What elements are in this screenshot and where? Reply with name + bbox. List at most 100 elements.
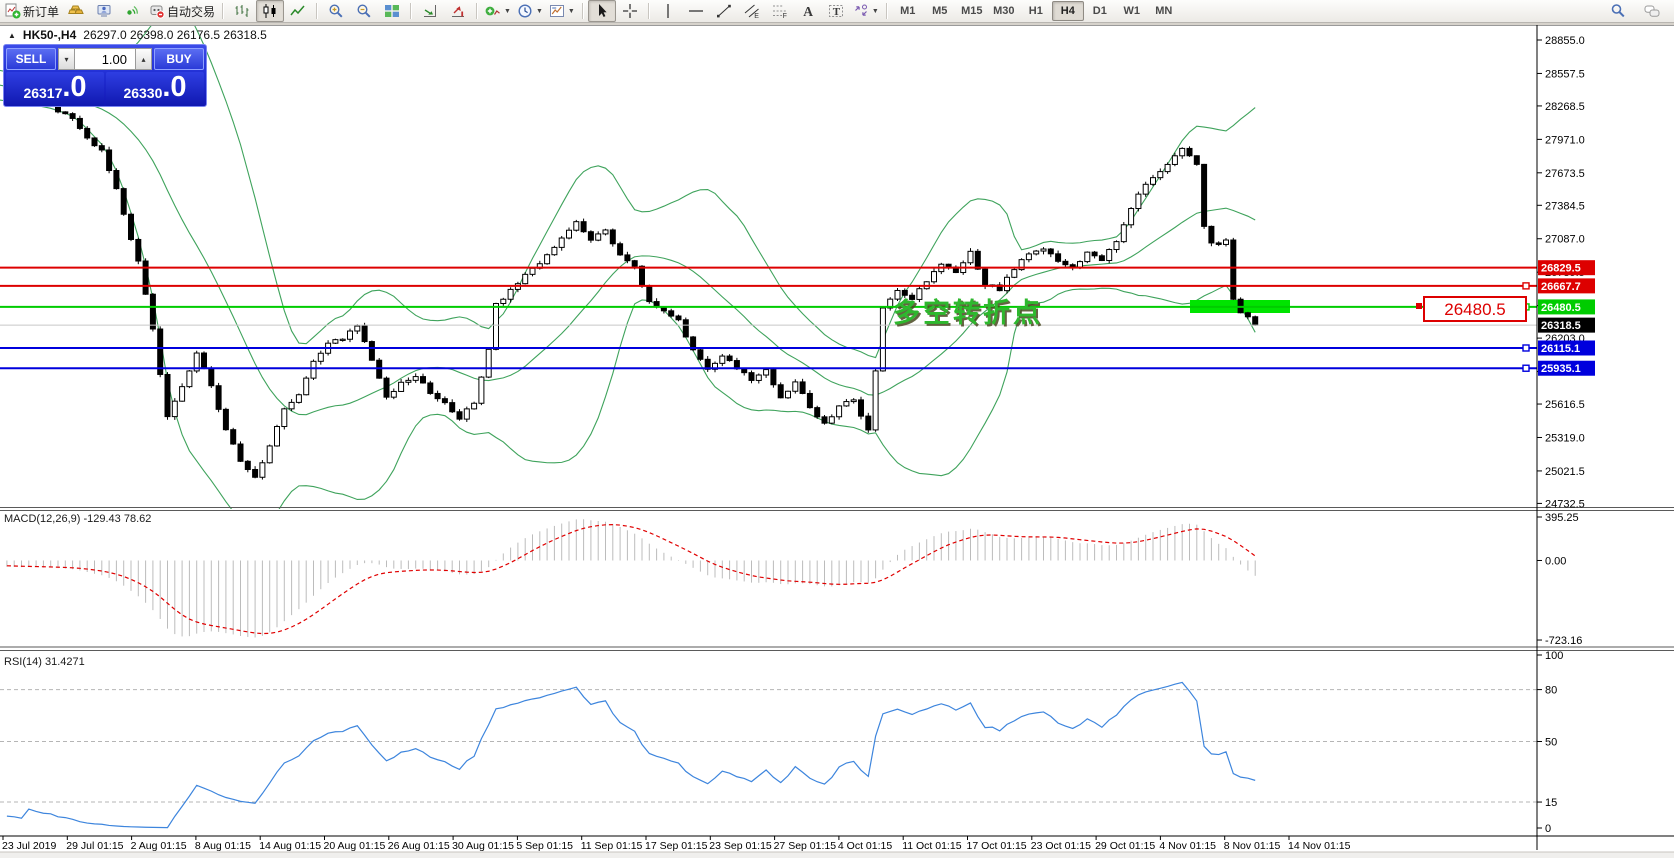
channel-button[interactable]: E bbox=[738, 0, 766, 22]
auto-trading-button[interactable]: 自动交易 bbox=[146, 0, 218, 22]
signal-icon bbox=[124, 3, 140, 19]
new-order-button-label: 新订单 bbox=[23, 4, 60, 19]
y-tick-label: 28557.5 bbox=[1545, 68, 1585, 80]
x-tick-label: 27 Sep 01:15 bbox=[774, 840, 837, 852]
x-tick-label: 14 Aug 01:15 bbox=[259, 840, 321, 852]
monitor-icon bbox=[96, 3, 112, 19]
svg-text:100: 100 bbox=[1545, 650, 1563, 662]
search-button[interactable] bbox=[1604, 0, 1632, 22]
sell-price[interactable]: 26317.0 bbox=[6, 72, 104, 106]
svg-text:T: T bbox=[833, 6, 841, 18]
sell-button[interactable]: SELL bbox=[6, 48, 56, 70]
text-button[interactable]: A bbox=[794, 0, 822, 22]
turning-point-text[interactable]: 多空转折点 bbox=[893, 297, 1043, 328]
trade-panel-prices: 26317.0 26330.0 bbox=[6, 72, 204, 106]
chart-shift-button[interactable] bbox=[444, 0, 472, 22]
hline-handle[interactable] bbox=[1522, 364, 1530, 372]
x-tick-label: 8 Nov 01:15 bbox=[1224, 840, 1281, 852]
horizontal-line-button[interactable] bbox=[682, 0, 710, 22]
price-box-text: 26480.5 bbox=[1444, 300, 1505, 319]
x-tick-label: 5 Sep 01:15 bbox=[516, 840, 573, 852]
auto-scroll-button[interactable] bbox=[416, 0, 444, 22]
svg-text:F: F bbox=[782, 13, 786, 19]
x-tick-label: 4 Oct 01:15 bbox=[838, 840, 892, 852]
new-order-button[interactable]: 新订单 bbox=[2, 0, 62, 22]
tf-w1[interactable]: W1 bbox=[1116, 1, 1148, 21]
volume-increase-button[interactable]: ▴ bbox=[135, 48, 152, 70]
crosshair-icon bbox=[622, 3, 638, 19]
bar-chart-button[interactable] bbox=[228, 0, 256, 22]
y-tick-label: 28268.5 bbox=[1545, 101, 1585, 113]
indicators-icon bbox=[485, 3, 501, 19]
dropdown-caret-icon[interactable]: ▼ bbox=[872, 8, 879, 15]
tf-m5[interactable]: M5 bbox=[924, 1, 956, 21]
x-tick-label: 8 Aug 01:15 bbox=[195, 840, 251, 852]
shapes-icon bbox=[853, 3, 869, 19]
autotrade-icon bbox=[149, 3, 165, 19]
tf-m1[interactable]: M1 bbox=[892, 1, 924, 21]
zoom-out-button[interactable] bbox=[350, 0, 378, 22]
vertical-line-button[interactable] bbox=[654, 0, 682, 22]
tile-windows-button[interactable] bbox=[378, 0, 406, 22]
market-watch-button[interactable] bbox=[62, 0, 90, 22]
candlestick-chart-button[interactable] bbox=[256, 0, 285, 22]
text-label-button[interactable]: T bbox=[822, 0, 850, 22]
x-tick-label: 14 Nov 01:15 bbox=[1288, 840, 1351, 852]
fibonacci-button[interactable]: F bbox=[766, 0, 794, 22]
svg-text:26829.5: 26829.5 bbox=[1541, 263, 1581, 275]
macd-label: MACD(12,26,9) -129.43 78.62 bbox=[4, 513, 151, 525]
vline-icon bbox=[660, 3, 676, 19]
svg-text:26480.5: 26480.5 bbox=[1541, 302, 1581, 314]
svg-text:0: 0 bbox=[1545, 823, 1551, 835]
terminal-button[interactable] bbox=[90, 0, 118, 22]
toolbar-separator bbox=[316, 3, 319, 19]
hline-handle[interactable] bbox=[1522, 282, 1530, 290]
collapse-panel-icon[interactable]: ▲ bbox=[8, 31, 16, 40]
trend-icon bbox=[716, 3, 732, 19]
indicators-button[interactable]: ▼ bbox=[482, 0, 514, 22]
svg-text:0.00: 0.00 bbox=[1545, 555, 1566, 567]
tf-mn[interactable]: MN bbox=[1148, 1, 1180, 21]
trade-panel-controls: SELL ▾ 1.00 ▴ BUY bbox=[6, 47, 204, 71]
buy-price[interactable]: 26330.0 bbox=[106, 72, 204, 106]
cursor-button[interactable] bbox=[587, 0, 616, 22]
dropdown-caret-icon[interactable]: ▼ bbox=[504, 8, 511, 15]
line-chart-button[interactable] bbox=[284, 0, 312, 22]
dropdown-caret-icon[interactable]: ▼ bbox=[536, 8, 543, 15]
tf-d1[interactable]: D1 bbox=[1084, 1, 1116, 21]
new-order-icon bbox=[5, 3, 21, 19]
periods-button[interactable]: ▼ bbox=[514, 0, 546, 22]
tf-m15[interactable]: M15 bbox=[956, 1, 988, 21]
svg-text:395.25: 395.25 bbox=[1545, 512, 1579, 524]
arrows-button[interactable]: ▼ bbox=[850, 0, 882, 22]
svg-text:26667.7: 26667.7 bbox=[1541, 281, 1581, 293]
templates-button[interactable]: ▼ bbox=[546, 0, 578, 22]
toolbar-right-group bbox=[1604, 0, 1672, 22]
hline-handle[interactable] bbox=[1522, 344, 1530, 352]
signals-button[interactable] bbox=[118, 0, 146, 22]
x-tick-label: 26 Aug 01:15 bbox=[388, 840, 450, 852]
volume-decrease-button[interactable]: ▾ bbox=[58, 48, 75, 70]
x-tick-label: 4 Nov 01:15 bbox=[1159, 840, 1216, 852]
ohlc-values: 26297.0 26398.0 26176.5 26318.5 bbox=[83, 28, 267, 42]
chat-button[interactable] bbox=[1638, 0, 1666, 22]
y-tick-label: 27971.0 bbox=[1545, 134, 1585, 146]
trendline-button[interactable] bbox=[710, 0, 738, 22]
channel-icon: E bbox=[744, 3, 760, 19]
clock-icon bbox=[517, 3, 533, 19]
tf-h4[interactable]: H4 bbox=[1051, 1, 1084, 21]
cursor-icon bbox=[594, 3, 610, 19]
chart-canvas[interactable]: 多空转折点多空转折点 26480.5MACD(12,26,9) -129.43 7… bbox=[0, 0, 1674, 858]
tf-m30[interactable]: M30 bbox=[988, 1, 1020, 21]
crosshair-button[interactable] bbox=[616, 0, 644, 22]
svg-text:26318.5: 26318.5 bbox=[1541, 320, 1581, 332]
y-tick-label: 25616.5 bbox=[1545, 399, 1585, 411]
toolbar-separator bbox=[581, 3, 584, 19]
volume-input[interactable]: 1.00 bbox=[75, 48, 135, 70]
zoom-in-button[interactable] bbox=[322, 0, 350, 22]
dropdown-caret-icon[interactable]: ▼ bbox=[568, 8, 575, 15]
buy-button[interactable]: BUY bbox=[154, 48, 204, 70]
tf-h1[interactable]: H1 bbox=[1020, 1, 1052, 21]
y-tick-label: 27673.5 bbox=[1545, 168, 1585, 180]
y-tick-label: 27087.0 bbox=[1545, 234, 1585, 246]
